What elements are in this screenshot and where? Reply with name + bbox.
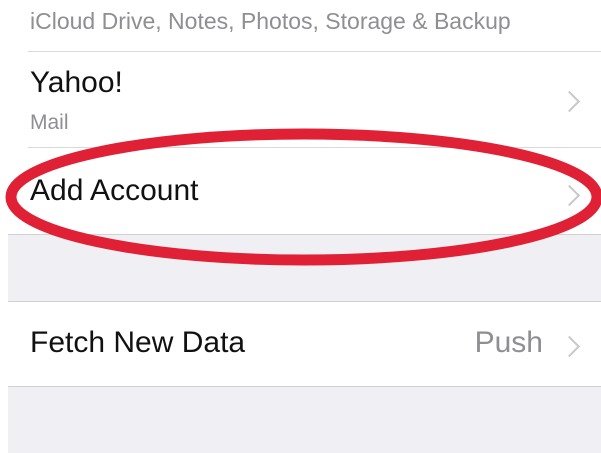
chevron-right-icon — [558, 184, 581, 207]
section-separator — [8, 234, 601, 235]
fetch-new-data-value: Push — [474, 326, 543, 359]
fetch-new-data-title: Fetch New Data — [30, 326, 246, 359]
fetch-new-data-row[interactable]: Fetch New Data Push — [8, 302, 601, 386]
add-account-row[interactable]: Add Account — [8, 148, 601, 234]
chevron-right-icon — [558, 90, 581, 113]
icloud-account-subtitle: iCloud Drive, Notes, Photos, Storage & B… — [30, 8, 511, 34]
yahoo-account-title: Yahoo! — [30, 66, 123, 99]
settings-accounts-screen: iCloud Drive, Notes, Photos, Storage & B… — [0, 0, 601, 453]
yahoo-account-subtitle: Mail — [30, 111, 69, 134]
left-edge — [0, 0, 8, 453]
chevron-right-icon — [558, 335, 581, 358]
add-account-title: Add Account — [30, 174, 199, 207]
icloud-account-row[interactable]: iCloud Drive, Notes, Photos, Storage & B… — [8, 0, 601, 52]
yahoo-account-row[interactable]: Yahoo! Mail — [8, 52, 601, 148]
section-separator — [8, 386, 601, 387]
